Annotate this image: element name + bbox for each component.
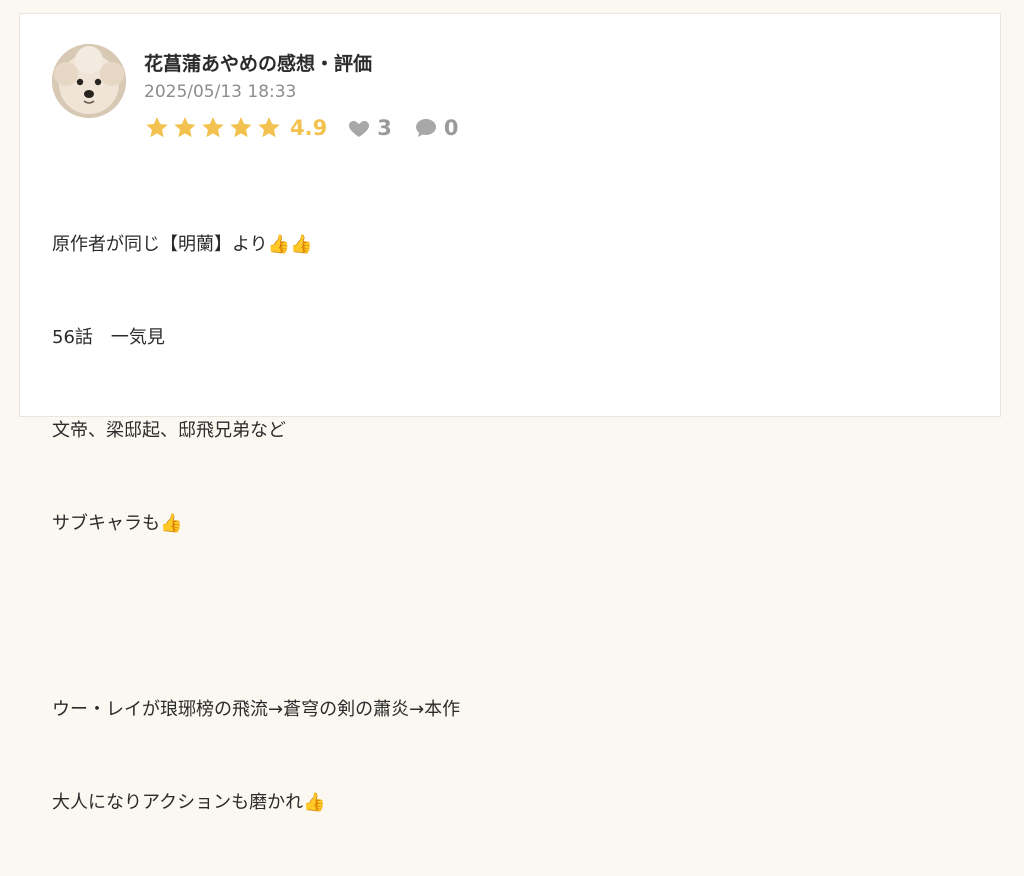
star-icon bbox=[258, 117, 280, 138]
review-date: 2025/05/13 18:33 bbox=[144, 82, 297, 102]
review-line: 文帝、梁邸起、邸飛兄弟など bbox=[52, 420, 286, 441]
comment-icon[interactable] bbox=[414, 116, 438, 140]
review-line: ウー・レイが琅琊榜の飛流→蒼穹の剣の蕭炎→本作 bbox=[52, 699, 461, 720]
review-body: 原作者が同じ【明蘭】より👍👍 56話 一気見 文帝、梁邸起、邸飛兄弟など サブキ… bbox=[52, 167, 460, 876]
review-line bbox=[52, 601, 460, 632]
rating-value: 4.9 bbox=[290, 116, 328, 140]
review-stats: 4.9 3 0 bbox=[144, 114, 480, 142]
review-line: 56話 一気見 bbox=[52, 327, 165, 348]
review-card: 花菖蒲あやめの感想・評価 2025/05/13 18:33 4.9 3 0 原作… bbox=[19, 13, 1001, 813]
review-line: サブキャラも👍 bbox=[52, 513, 183, 534]
star-icon bbox=[146, 117, 168, 138]
review-line: 大人になりアクションも磨かれ👍 bbox=[52, 792, 326, 813]
review-line: 原作者が同じ【明蘭】より👍👍 bbox=[52, 234, 313, 255]
comment-count: 0 bbox=[443, 116, 459, 140]
avatar[interactable] bbox=[52, 44, 126, 118]
star-icon bbox=[230, 117, 252, 138]
star-rating bbox=[144, 115, 284, 141]
heart-icon[interactable] bbox=[347, 116, 371, 140]
reviewer-name[interactable]: 花菖蒲あやめの感想・評価 bbox=[144, 49, 372, 76]
star-icon bbox=[202, 117, 224, 138]
dog-avatar-icon bbox=[52, 44, 126, 118]
star-icon bbox=[174, 117, 196, 138]
like-count: 3 bbox=[377, 116, 392, 140]
